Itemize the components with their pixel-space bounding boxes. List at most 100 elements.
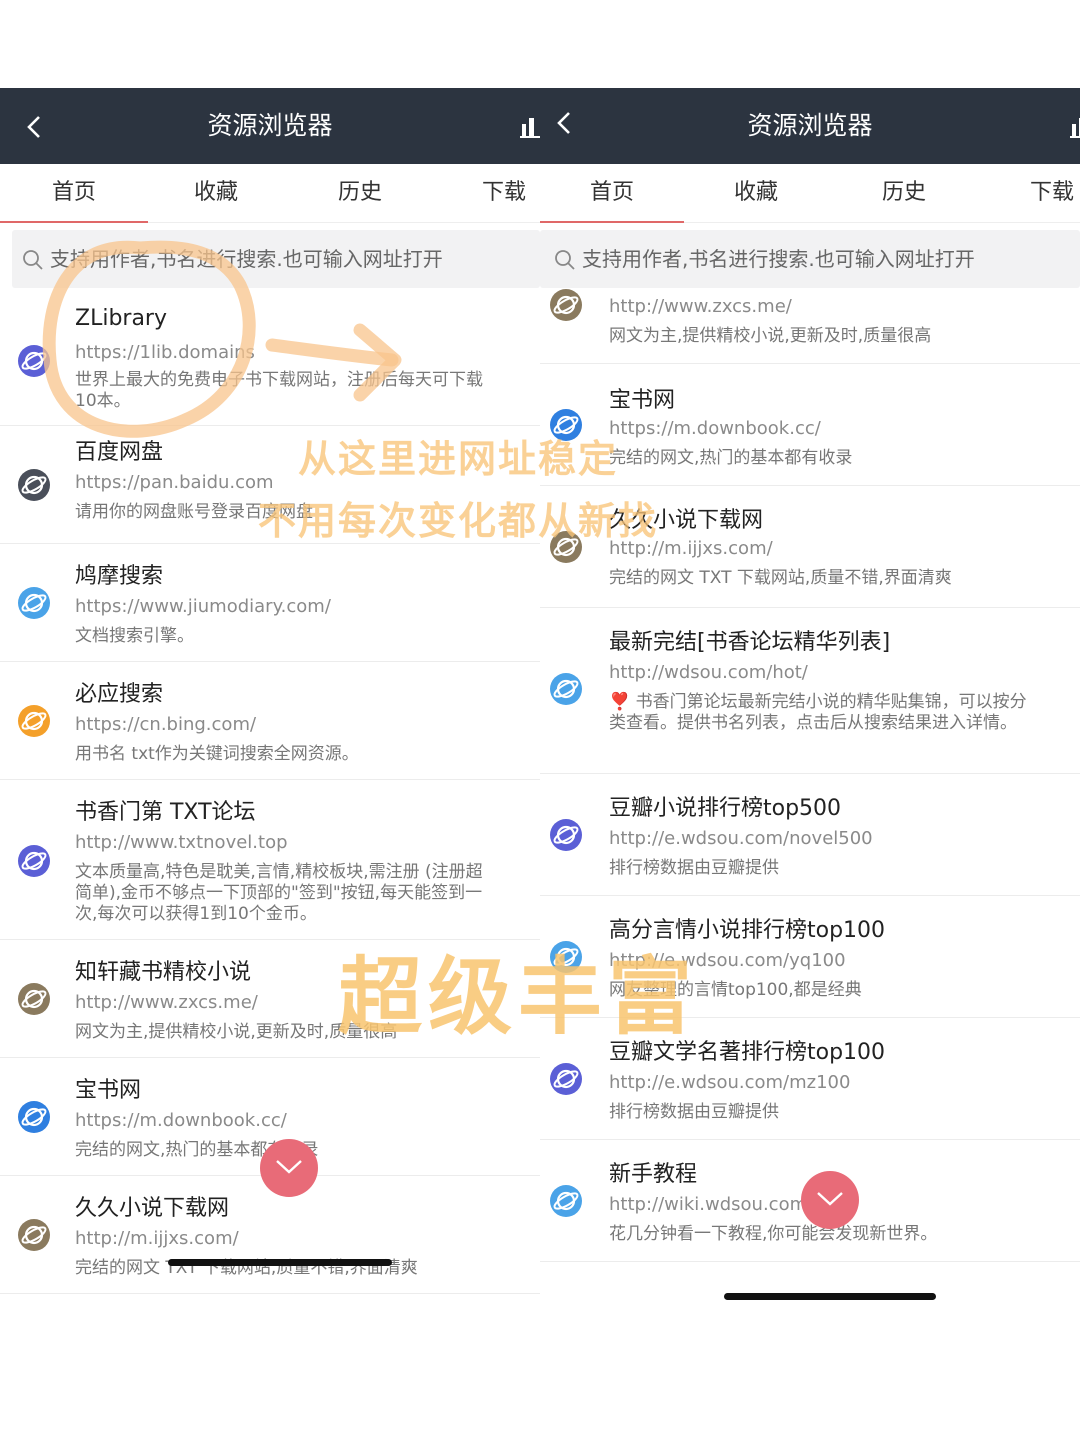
planet-icon [549,940,583,974]
item-url: https://www.jiumodiary.com/ [75,596,331,617]
item-title: 宝书网 [75,1078,142,1103]
planet-icon [17,982,51,1016]
item-title: 百度网盘 [75,440,164,465]
item-description: 排行榜数据由豆瓣提供 [609,1102,779,1122]
page-title: 资源浏览器 [207,111,333,140]
item-url: https://m.downbook.cc/ [75,1110,287,1131]
list-item[interactable]: 最新完结[书香论坛精华列表] http://wdsou.com/hot/ ❣️ 书香… [540,608,1080,774]
scroll-down-button[interactable] [801,1171,859,1229]
active-tab-indicator [540,221,684,223]
planet-icon [17,1100,51,1134]
active-tab-indicator [0,221,148,223]
tab-home[interactable]: 首页 [540,164,684,222]
chevron-down-icon [276,1160,302,1174]
list-item[interactable]: 豆瓣文学名著排行榜top100 http://e.wdsou.com/mz100 排… [540,1018,1080,1140]
chart-icon[interactable] [1070,114,1080,140]
item-url: http://e.wdsou.com/mz100 [609,1072,851,1093]
list-item[interactable]: 百度网盘 https://pan.baidu.com 请用你的网盘账号登录百度网盘 [0,426,540,544]
planet-icon [549,672,583,706]
planet-icon [17,344,51,378]
list-item[interactable]: 宝书网 https://m.downbook.cc/完结的网文,热门的基本都有收录 [540,364,1080,486]
item-url: https://pan.baidu.com [75,472,274,493]
list-item[interactable]: 久久小说下载网 http://m.ijjxs.com/完结的网文 TXT 下载网站… [0,1176,540,1294]
item-description: 文本质量高,特色是耽美,言情,精校板块,需注册 (注册超简单),金币不够点一下顶… [75,862,483,924]
item-url: http://wdsou.com/hot/ [609,662,808,683]
planet-icon [549,1062,583,1096]
item-title: 书香门第 TXT论坛 [75,800,256,825]
tab-favorites[interactable]: 收藏 [148,164,284,222]
right-screen: 资源浏览器 首页 收藏 历史 下载 支持用作者,书名进行搜索.也可输入网址打开 … [540,88,1080,1318]
item-title: 久久小说下载网 [75,1196,230,1221]
item-title: 豆瓣小说排行榜top500 [609,796,842,821]
item-title: 豆瓣文学名著排行榜top100 [609,1040,886,1065]
item-description: 文档搜索引擎。 [75,626,194,646]
item-url: https://m.downbook.cc/ [609,418,821,439]
list-item[interactable]: http://www.zxcs.me/网文为主,提供精校小说,更新及时,质量很高 [540,288,1080,364]
list-item[interactable]: 知轩藏书精校小说 http://www.zxcs.me/网文为主,提供精校小说,更… [0,940,540,1058]
item-url: http://www.txtnovel.top [75,832,288,853]
item-title: 久久小说下载网 [609,508,764,533]
item-title: 新手教程 [609,1162,698,1187]
item-url: https://cn.bing.com/ [75,714,257,735]
item-url: http://e.wdsou.com/yq100 [609,950,846,971]
planet-icon [17,1218,51,1252]
item-title: 宝书网 [609,388,676,413]
item-url: http://www.zxcs.me/ [75,992,258,1013]
item-title: 鸠摩搜索 [75,564,164,589]
chevron-down-icon [817,1192,843,1206]
planet-icon [17,844,51,878]
item-url: http://wiki.wdsou.com [609,1194,808,1215]
search-placeholder: 支持用作者,书名进行搜索.也可输入网址打开 [582,247,975,271]
planet-icon [549,1184,583,1218]
left-screen: 资源浏览器 首页 收藏 历史 下载 支持用作者,书名进行搜索.也可输入网址打开 … [0,88,540,1318]
tab-home[interactable]: 首页 [0,164,148,222]
search-icon [23,250,43,270]
list-item[interactable]: 豆瓣小说排行榜top500 http://e.wdsou.com/novel500… [540,774,1080,896]
item-description: 世界上最大的免费电子书下载网站，注册后每天可下载10本。 [75,370,483,411]
item-description: ❣️ 书香门第论坛最新完结小说的精华贴集锦，可以按分类查看。提供书名列表，点击后… [609,692,1027,733]
list-item[interactable]: 必应搜索 https://cn.bing.com/用书名 txt作为关键词搜索全网… [0,662,540,780]
item-title: 最新完结[书香论坛精华列表] [609,630,891,655]
item-description: 排行榜数据由豆瓣提供 [609,858,779,878]
tab-history[interactable]: 历史 [832,164,976,222]
item-description: 网友整理的言情top100,都是经典 [609,980,862,1000]
search-input[interactable]: 支持用作者,书名进行搜索.也可输入网址打开 [540,230,1080,288]
planet-icon [17,704,51,738]
tab-history[interactable]: 历史 [292,164,428,222]
item-title: ZLibrary [75,306,167,331]
page-title: 资源浏览器 [747,111,873,140]
planet-icon [549,408,583,442]
planet-icon [549,530,583,564]
item-url: http://e.wdsou.com/novel500 [609,828,873,849]
item-url: https://1lib.domains [75,342,255,363]
item-description: 完结的网文 TXT 下载网站,质量不错,界面清爽 [609,568,952,588]
search-placeholder: 支持用作者,书名进行搜索.也可输入网址打开 [50,247,443,271]
home-indicator [724,1293,936,1300]
scroll-down-button[interactable] [260,1139,318,1197]
list-item[interactable]: 书香门第 TXT论坛 http://www.txtnovel.top 文本质量高,特… [0,780,540,940]
item-title: 知轩藏书精校小说 [75,960,252,985]
tab-downloads[interactable]: 下载 [436,164,540,222]
search-input[interactable]: 支持用作者,书名进行搜索.也可输入网址打开 [12,230,540,288]
tab-bar: 首页 收藏 历史 下载 [540,164,1080,223]
item-url: http://m.ijjxs.com/ [75,1228,239,1249]
list-item[interactable]: 高分言情小说排行榜top100 http://e.wdsou.com/yq100 网… [540,896,1080,1018]
chart-icon[interactable] [520,114,540,140]
item-description: 请用你的网盘账号登录百度网盘 [75,502,313,522]
search-icon [555,250,575,270]
tab-favorites[interactable]: 收藏 [684,164,828,222]
item-description: 网文为主,提供精校小说,更新及时,质量很高 [609,326,932,346]
planet-icon [17,586,51,620]
tab-bar: 首页 收藏 历史 下载 [0,164,540,223]
tab-downloads[interactable]: 下载 [980,164,1080,222]
item-description: 完结的网文,热门的基本都有收录 [609,448,853,468]
item-description: 用书名 txt作为关键词搜索全网资源。 [75,744,359,764]
list-item[interactable]: 鸠摩搜索 https://www.jiumodiary.com/文档搜索引擎。 [0,544,540,662]
item-description: 网文为主,提供精校小说,更新及时,质量很高 [75,1022,398,1042]
list-item[interactable]: ZLibrary https://1lib.domains 世界上最大的免费电子书下… [0,288,540,426]
list-item[interactable]: 久久小说下载网 http://m.ijjxs.com/完结的网文 TXT 下载网站… [540,486,1080,608]
planet-icon [17,468,51,502]
navbar: 资源浏览器 [540,88,1080,164]
item-title: 必应搜索 [75,682,164,707]
navbar: 资源浏览器 [0,88,540,164]
